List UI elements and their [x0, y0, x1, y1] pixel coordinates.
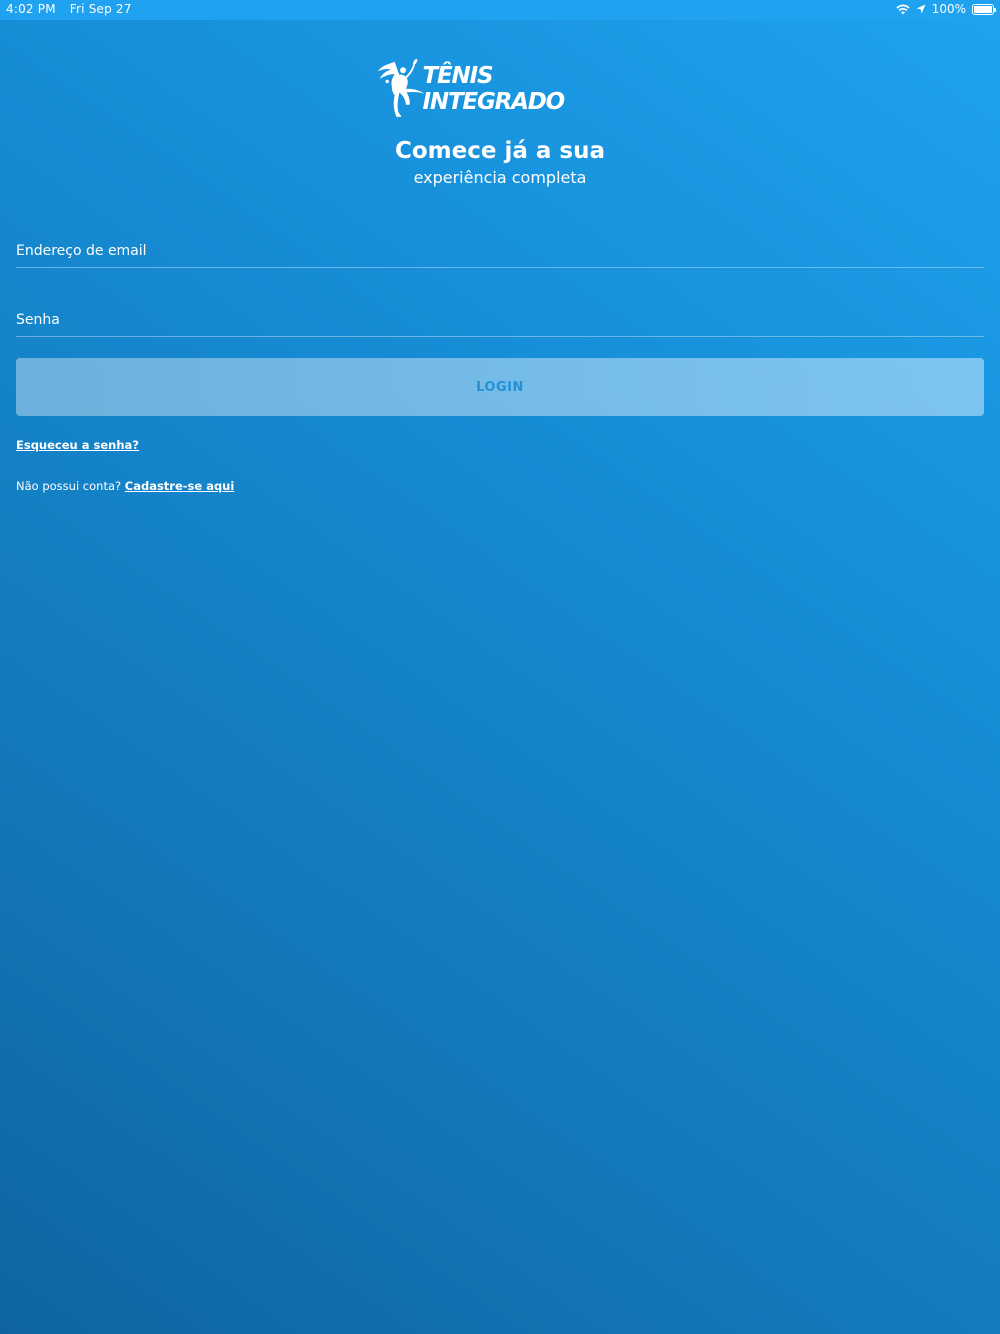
signup-link[interactable]: Cadastre-se aqui	[125, 479, 235, 493]
signup-prompt: Não possui conta?	[16, 479, 122, 493]
status-right: 100%	[895, 2, 996, 16]
forgot-password-link[interactable]: Esqueceu a senha?	[16, 438, 139, 452]
signup-row: Não possui conta? Cadastre-se aqui	[16, 479, 234, 493]
logo-text: TÊNIS INTEGRADO	[422, 63, 566, 115]
location-arrow-icon	[916, 4, 926, 14]
battery-percent: 100%	[931, 2, 966, 16]
battery-icon	[972, 3, 996, 15]
wifi-icon	[895, 4, 910, 14]
hero-subtitle: experiência completa	[413, 168, 587, 187]
hero-title: Comece já a sua	[394, 138, 605, 164]
email-field	[16, 228, 984, 268]
status-left: 4:02 PM Fri Sep 27	[6, 2, 132, 16]
status-time: 4:02 PM	[6, 2, 56, 16]
email-input[interactable]	[16, 228, 984, 267]
password-input[interactable]	[16, 297, 984, 336]
login-button[interactable]: LOGIN	[16, 358, 984, 416]
battery-fill	[974, 5, 992, 13]
brand-logo: TÊNIS INTEGRADO	[376, 56, 626, 120]
status-date: Fri Sep 27	[69, 2, 132, 16]
status-bar: 4:02 PM Fri Sep 27 100%	[0, 0, 1000, 20]
tennis-player-icon	[377, 58, 425, 117]
password-field	[16, 297, 984, 337]
